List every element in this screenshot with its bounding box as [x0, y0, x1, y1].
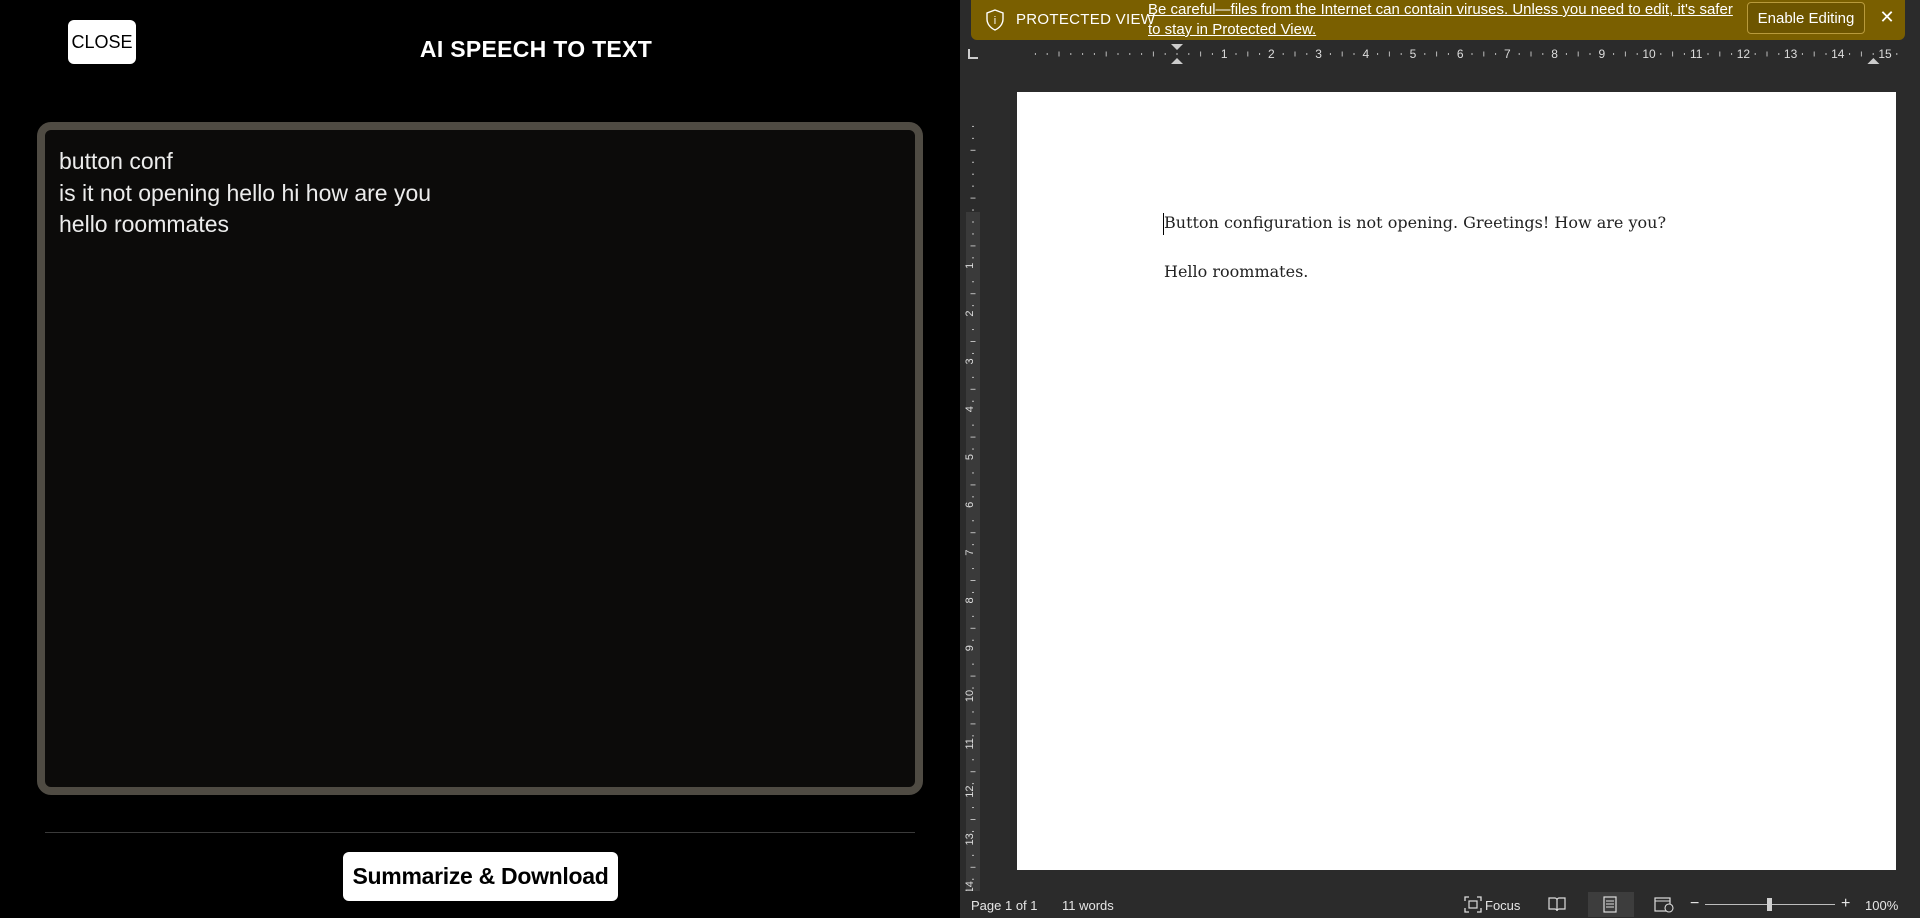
vruler-number: 1 — [964, 263, 976, 269]
vruler-number: 3 — [964, 358, 976, 364]
document-paragraph: Hello roommates. — [1164, 262, 1309, 281]
speech-to-text-app: CLOSE AI SPEECH TO TEXT button conf is i… — [0, 0, 960, 918]
zoom-out-button[interactable]: − — [1690, 895, 1699, 913]
vruler-number: 6 — [964, 502, 976, 508]
horizontal-ruler[interactable]: 1 2 3 4 5 6 7 8 9 10 11 12 13 14 15 — [989, 42, 1909, 66]
focus-icon[interactable] — [1464, 896, 1482, 913]
shield-icon: i — [986, 9, 1004, 31]
ruler-number: 3 — [1315, 47, 1322, 61]
vruler-number: 11 — [964, 738, 976, 749]
web-layout-icon[interactable] — [1654, 896, 1674, 913]
word-count[interactable]: 11 words — [1062, 898, 1114, 913]
word-window: i PROTECTED VIEW Be careful—files from t… — [960, 0, 1920, 918]
vruler-number: 13 — [964, 833, 976, 845]
divider — [45, 832, 915, 833]
close-icon[interactable]: ✕ — [1876, 6, 1898, 28]
page-count[interactable]: Page 1 of 1 — [971, 898, 1038, 913]
status-bar: Page 1 of 1 11 words Focus − + 100% — [960, 891, 1920, 918]
summarize-download-button[interactable]: Summarize & Download — [343, 852, 618, 901]
ruler-number: 9 — [1598, 47, 1605, 61]
document-paragraph: Button configuration is not opening. Gre… — [1164, 213, 1667, 232]
ruler-number: 14 — [1831, 47, 1845, 61]
svg-text:i: i — [994, 15, 996, 27]
zoom-slider-thumb[interactable] — [1767, 898, 1772, 911]
print-layout-icon[interactable] — [1602, 896, 1618, 913]
ruler-number: 5 — [1410, 47, 1417, 61]
document-page[interactable]: Button configuration is not opening. Gre… — [1017, 92, 1896, 870]
protected-view-message-line: Be careful—files from the Internet can c… — [1148, 1, 1733, 18]
vruler-number: 12 — [964, 785, 976, 797]
protected-view-message[interactable]: Be careful—files from the Internet can c… — [1148, 0, 1748, 40]
protected-view-bar: i PROTECTED VIEW Be careful—files from t… — [971, 0, 1905, 40]
ruler-number: 7 — [1504, 47, 1511, 61]
ruler-number: 8 — [1551, 47, 1558, 61]
vruler-number: 10 — [964, 690, 976, 702]
zoom-in-button[interactable]: + — [1841, 895, 1850, 913]
transcript-line: button conf — [59, 148, 173, 174]
vruler-number: 9 — [964, 645, 976, 651]
transcript-line: is it not opening hello hi how are you — [59, 179, 432, 206]
ruler-number: 15 — [1878, 47, 1892, 61]
vruler-number: 7 — [964, 550, 976, 556]
ruler-number: 2 — [1268, 47, 1275, 61]
ruler-number: 1 — [1221, 47, 1228, 61]
focus-label[interactable]: Focus — [1485, 898, 1520, 913]
vertical-ruler[interactable]: 1234567891011121314 — [964, 92, 982, 892]
vruler-number: 2 — [964, 311, 976, 317]
zoom-level[interactable]: 100% — [1865, 898, 1898, 913]
ruler-number: 13 — [1784, 47, 1798, 61]
ruler-number: 6 — [1457, 47, 1464, 61]
ruler-number: 12 — [1737, 47, 1751, 61]
read-mode-icon[interactable] — [1548, 896, 1566, 913]
protected-view-message-line: to stay in Protected View. — [1148, 21, 1317, 38]
ruler-number: 10 — [1642, 47, 1656, 61]
transcript-line: hello roommates — [59, 211, 230, 237]
transcript-textarea[interactable]: button conf is it not opening hello hi h… — [37, 122, 923, 795]
tab-selector-icon[interactable] — [968, 49, 978, 59]
vruler-number: 8 — [964, 597, 976, 603]
ruler-number: 4 — [1362, 47, 1369, 61]
app-title: AI SPEECH TO TEXT — [419, 36, 653, 62]
vruler-number: 4 — [964, 406, 976, 412]
enable-editing-button[interactable]: Enable Editing — [1747, 2, 1865, 34]
protected-view-label: PROTECTED VIEW — [1016, 11, 1156, 28]
ruler-number: 11 — [1690, 47, 1703, 61]
vruler-number: 5 — [964, 454, 976, 460]
